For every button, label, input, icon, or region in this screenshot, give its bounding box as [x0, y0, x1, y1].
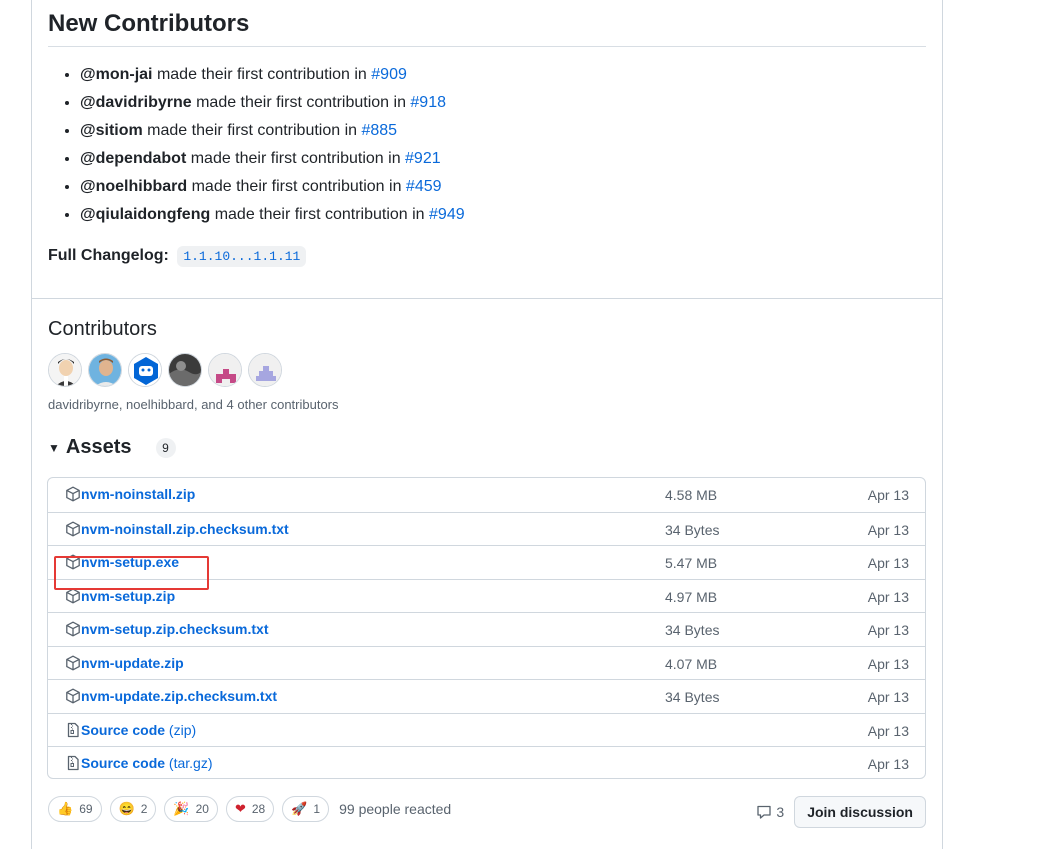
reaction-laugh[interactable]: 😄 2 — [109, 796, 157, 822]
reaction-heart[interactable]: ❤ 28 — [225, 796, 275, 822]
asset-row: nvm-update.zip.checksum.txt 34 Bytes Apr… — [48, 679, 925, 713]
reactions-bar: 👍 69 😄 2 🎉 20 ❤ 28 🚀 1 99 people reacted — [48, 796, 451, 822]
asset-date: Apr 13 — [867, 555, 909, 571]
user-mention[interactable]: @mon-jai — [80, 66, 153, 83]
asset-row: Source code (zip) Apr 13 — [48, 712, 925, 747]
discussion-area: 3 Join discussion — [756, 796, 926, 828]
new-contributors-list: @mon-jai made their first contribution i… — [48, 61, 465, 229]
assets-list: nvm-noinstall.zip 4.58 MB Apr 13 nvm-noi… — [47, 477, 926, 779]
pr-link[interactable]: #459 — [406, 178, 442, 195]
asset-size: 34 Bytes — [665, 689, 720, 705]
comment-icon — [757, 805, 772, 819]
asset-date: Apr 13 — [867, 655, 909, 672]
changelog-link[interactable]: 1.1.10...1.1.11 — [177, 246, 307, 267]
contributors-summary: davidribyrne, noelhibbard, and 4 other c… — [48, 397, 339, 412]
list-item-text: made their first contribution in — [142, 122, 362, 139]
reactions-summary: 99 people reacted — [339, 801, 452, 817]
heading-rule — [48, 46, 926, 47]
asset-date: Apr 13 — [867, 588, 909, 605]
asset-link[interactable]: nvm-update.zip — [81, 655, 184, 671]
asset-size: 4.07 MB — [665, 655, 718, 672]
list-item-text: made their first contribution in — [191, 94, 411, 111]
list-item-text: made their first contribution in — [187, 178, 406, 195]
section-divider — [31, 298, 943, 299]
asset-row: nvm-noinstall.zip 4.58 MB Apr 13 — [48, 478, 925, 512]
asset-row: nvm-setup.zip.checksum.txt 34 Bytes Apr … — [48, 612, 925, 646]
asset-row: nvm-noinstall.zip.checksum.txt 34 Bytes … — [48, 511, 925, 546]
asset-date: Apr 13 — [867, 487, 909, 503]
list-item-text: made their first contribution in — [210, 206, 430, 223]
package-icon — [66, 655, 80, 670]
pr-link[interactable]: #885 — [361, 122, 397, 139]
asset-link[interactable]: nvm-noinstall.zip — [81, 486, 195, 502]
asset-size: 4.58 MB — [665, 487, 718, 503]
asset-date: Apr 13 — [867, 722, 909, 739]
user-mention[interactable]: @qiulaidongfeng — [80, 206, 210, 223]
user-mention[interactable]: @dependabot — [80, 150, 186, 167]
comments-count[interactable]: 3 — [756, 804, 784, 820]
asset-link[interactable]: Source code (tar.gz) — [81, 755, 213, 771]
asset-link[interactable]: nvm-noinstall.zip.checksum.txt — [81, 521, 289, 537]
asset-row: nvm-setup.zip 4.97 MB Apr 13 — [48, 578, 925, 613]
avatar-cartoon-man[interactable] — [48, 353, 82, 387]
package-icon — [66, 688, 80, 704]
reaction-thumbs-up[interactable]: 👍 69 — [48, 796, 102, 822]
asset-date: Apr 13 — [867, 689, 909, 705]
asset-link[interactable]: nvm-setup.exe — [81, 554, 179, 570]
asset-date: Apr 13 — [867, 756, 909, 772]
reaction-hooray[interactable]: 🎉 20 — [164, 796, 218, 822]
asset-size: 4.97 MB — [665, 588, 718, 605]
reaction-rocket[interactable]: 🚀 1 — [282, 796, 330, 822]
avatar-lavender-identicon[interactable] — [248, 353, 282, 387]
changelog-label: Full Changelog: — [48, 247, 169, 264]
asset-link[interactable]: Source code (zip) — [81, 722, 196, 738]
contributors-heading: Contributors — [48, 318, 157, 340]
file-zip-icon — [67, 722, 79, 737]
pr-link[interactable]: #949 — [429, 206, 465, 223]
join-discussion-button[interactable]: Join discussion — [794, 796, 926, 828]
asset-row: nvm-setup.exe 5.47 MB Apr 13 — [48, 545, 925, 579]
avatar-pink-identicon[interactable] — [208, 353, 242, 387]
asset-size: 34 Bytes — [665, 521, 720, 538]
list-item: @davidribyrne made their first contribut… — [80, 89, 465, 117]
asset-date: Apr 13 — [867, 521, 909, 538]
list-item-text: made their first contribution in — [152, 66, 372, 83]
asset-row: nvm-update.zip 4.07 MB Apr 13 — [48, 645, 925, 680]
assets-summary-toggle[interactable]: ▼ Assets 9 — [48, 436, 176, 459]
assets-count-badge: 9 — [155, 437, 176, 458]
package-icon — [66, 554, 80, 570]
user-mention[interactable]: @sitiom — [80, 122, 143, 139]
package-icon — [66, 588, 80, 603]
pr-link[interactable]: #918 — [410, 94, 446, 111]
list-item: @sitiom made their first contribution in… — [80, 117, 465, 145]
user-mention[interactable]: @noelhibbard — [80, 178, 187, 195]
asset-link[interactable]: nvm-update.zip.checksum.txt — [81, 688, 277, 704]
asset-date: Apr 13 — [867, 622, 909, 638]
package-icon — [66, 486, 80, 502]
list-item: @mon-jai made their first contribution i… — [80, 61, 465, 89]
pr-link[interactable]: #909 — [371, 66, 407, 83]
file-zip-icon — [67, 755, 79, 771]
triangle-down-icon: ▼ — [48, 440, 60, 455]
avatar-dark-photo[interactable] — [168, 353, 202, 387]
avatar-man-photo[interactable] — [88, 353, 122, 387]
package-icon — [66, 621, 80, 637]
avatar-bot[interactable] — [128, 353, 162, 387]
asset-row: Source code (tar.gz) Apr 13 — [48, 746, 925, 778]
list-item: @qiulaidongfeng made their first contrib… — [80, 201, 465, 229]
asset-link[interactable]: nvm-setup.zip — [81, 588, 175, 604]
asset-size: 34 Bytes — [665, 622, 720, 638]
list-item: @dependabot made their first contributio… — [80, 145, 465, 173]
new-contributors-heading: New Contributors — [48, 10, 250, 37]
assets-heading: Assets — [65, 436, 132, 458]
list-item-text: made their first contribution in — [186, 150, 406, 167]
pr-link[interactable]: #921 — [405, 150, 441, 167]
contributor-avatars — [48, 353, 282, 387]
package-icon — [66, 521, 80, 536]
asset-size: 5.47 MB — [665, 555, 718, 571]
list-item: @noelhibbard made their first contributi… — [80, 173, 465, 201]
user-mention[interactable]: @davidribyrne — [80, 94, 192, 111]
asset-link[interactable]: nvm-setup.zip.checksum.txt — [81, 621, 269, 637]
full-changelog: Full Changelog: 1.1.10...1.1.11 — [48, 244, 307, 269]
